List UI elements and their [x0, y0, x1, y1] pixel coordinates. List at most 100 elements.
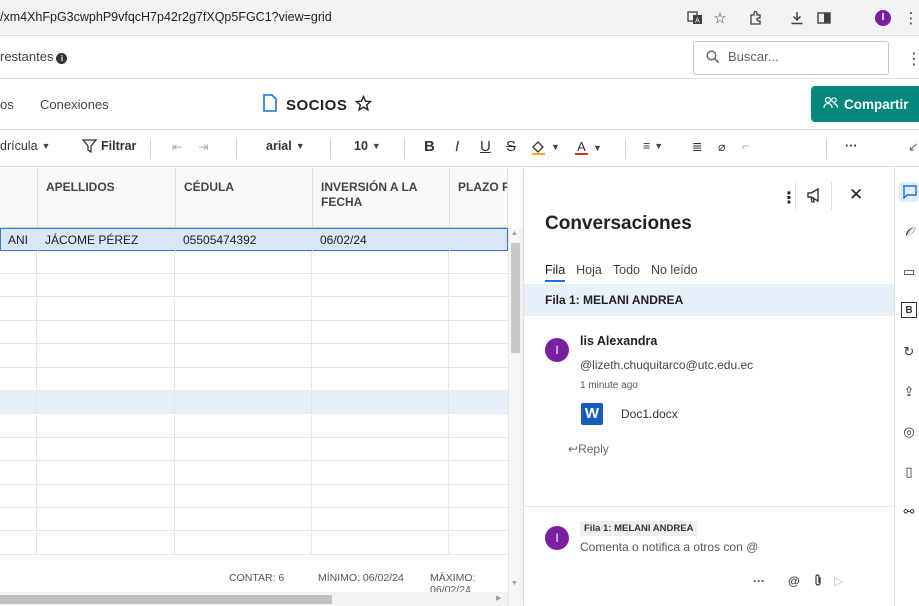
form-icon[interactable]: ▯ — [899, 462, 919, 482]
cell[interactable] — [0, 321, 37, 345]
cell[interactable] — [312, 461, 449, 485]
align-button[interactable]: ≡ ▼ — [643, 139, 663, 153]
cell[interactable] — [312, 321, 449, 345]
column-header-inversion[interactable]: INVERSIÓN A LA FECHA — [313, 168, 450, 228]
cell[interactable] — [37, 414, 175, 438]
comment-input[interactable] — [580, 540, 870, 554]
more-toolbar-button[interactable]: ··· — [845, 139, 858, 153]
table-row[interactable] — [0, 531, 508, 555]
cell[interactable] — [0, 531, 37, 555]
upload-file-icon[interactable]: ⇪ — [899, 382, 919, 402]
table-row[interactable] — [0, 485, 508, 508]
reply-button[interactable]: ↩Reply — [568, 442, 609, 456]
cell[interactable]: 05505474392 — [176, 229, 313, 252]
cell[interactable] — [175, 344, 312, 368]
block-b-icon[interactable]: B — [901, 302, 917, 318]
tab-hoja[interactable]: Hoja — [576, 263, 602, 282]
tab-no-leido[interactable]: No leído — [651, 263, 698, 282]
tab-todo[interactable]: Todo — [613, 263, 640, 282]
close-icon[interactable]: ✕ — [849, 185, 863, 205]
clear-format-icon[interactable]: ⌀ — [718, 139, 726, 154]
table-row[interactable] — [0, 344, 508, 368]
column-header-cedula[interactable]: CÉDULA — [176, 168, 313, 228]
workspace-title[interactable]: restantes i — [0, 49, 68, 64]
format-painter-icon[interactable]: ⌐ — [742, 139, 749, 153]
comment-mention[interactable]: @lizeth.chuquitarco@utc.edu.ec — [580, 358, 753, 372]
row-mention-chip[interactable]: Fila 1: MELANI ANDREA — [580, 521, 698, 536]
collapse-icon[interactable]: ↙ — [908, 139, 918, 154]
cell[interactable] — [312, 391, 449, 415]
cell[interactable] — [449, 462, 506, 485]
cell[interactable] — [0, 368, 37, 391]
table-row[interactable] — [0, 391, 508, 415]
nav-item-conexiones[interactable]: Conexiones — [40, 97, 109, 112]
cell[interactable] — [37, 368, 175, 391]
attach-icon[interactable] — [813, 574, 823, 590]
cell[interactable] — [37, 508, 175, 532]
cell[interactable] — [312, 508, 449, 532]
cell[interactable] — [449, 368, 506, 391]
browser-url-bar[interactable]: /xm4XhFpG3cwphP9vfqcH7p42r2g7fXQp5FGC1?v… — [0, 0, 919, 36]
table-row[interactable] — [0, 438, 508, 462]
translate-icon[interactable]: A — [684, 7, 706, 29]
url-text[interactable]: /xm4XhFpG3cwphP9vfqcH7p42r2g7fXQp5FGC1?v… — [0, 10, 332, 24]
search-box[interactable] — [693, 41, 889, 75]
sheet-grid[interactable]: APELLIDOS CÉDULA INVERSIÓN A LA FECHA PL… — [0, 168, 522, 606]
activity-icon[interactable]: ◎ — [899, 422, 919, 442]
cell[interactable] — [449, 345, 506, 368]
cell[interactable] — [175, 461, 312, 485]
cell[interactable] — [175, 508, 312, 532]
paperclip-icon[interactable]: 𝒪 — [899, 222, 919, 242]
compose-more-button[interactable]: ··· — [753, 574, 765, 588]
cell[interactable] — [449, 251, 506, 274]
cell[interactable] — [450, 229, 507, 252]
side-panel-icon[interactable] — [813, 7, 835, 29]
scroll-right-icon[interactable]: ▶ — [496, 594, 501, 602]
cell[interactable] — [175, 391, 312, 415]
table-row[interactable]: ANI JÁCOME PÉREZ 05505474392 06/02/24 — [0, 228, 508, 252]
cell[interactable] — [37, 531, 175, 555]
cell[interactable] — [312, 438, 449, 462]
integrations-icon[interactable]: ⚯ — [899, 502, 919, 522]
scroll-up-icon[interactable]: ▲ — [511, 230, 518, 237]
font-size-dropdown[interactable]: 10 ▼ — [354, 139, 381, 153]
table-row[interactable] — [0, 414, 508, 438]
bold-button[interactable]: B — [424, 138, 435, 155]
cell[interactable] — [37, 251, 175, 274]
font-dropdown[interactable]: arial ▼ — [266, 139, 305, 153]
table-row[interactable] — [0, 321, 508, 345]
cell[interactable] — [312, 297, 449, 321]
cell[interactable] — [175, 438, 312, 462]
cell[interactable] — [0, 508, 37, 532]
favorite-star-icon[interactable] — [355, 94, 373, 117]
column-header-partial[interactable] — [0, 168, 38, 228]
cell[interactable]: JÁCOME PÉREZ — [38, 229, 176, 252]
cell[interactable] — [37, 321, 175, 345]
announce-icon[interactable] — [806, 186, 824, 209]
cell[interactable] — [312, 344, 449, 368]
comments-icon[interactable] — [899, 182, 919, 202]
cell[interactable] — [449, 391, 506, 414]
wrap-text-icon[interactable]: ≣ — [692, 139, 702, 154]
cell[interactable] — [175, 251, 312, 274]
cell[interactable] — [175, 485, 312, 508]
vertical-scroll-thumb[interactable] — [511, 243, 520, 353]
cell[interactable] — [449, 438, 506, 461]
send-icon[interactable]: ▷ — [834, 574, 843, 588]
bookmark-star-icon[interactable]: ☆ — [709, 7, 731, 29]
table-row[interactable] — [0, 461, 508, 485]
cell[interactable] — [0, 251, 37, 274]
cell[interactable] — [312, 485, 449, 508]
history-icon[interactable]: ↻ — [899, 342, 919, 362]
table-row[interactable] — [0, 368, 508, 391]
cell[interactable] — [449, 321, 506, 344]
italic-button[interactable]: I — [455, 138, 459, 155]
cell[interactable] — [0, 414, 37, 438]
cell[interactable] — [37, 461, 175, 485]
cell[interactable] — [449, 298, 506, 321]
cell[interactable] — [175, 274, 312, 298]
cell[interactable] — [0, 461, 37, 485]
cell[interactable]: 06/02/24 — [313, 229, 450, 252]
row-context-label[interactable]: Fila 1: MELANI ANDREA — [524, 284, 895, 316]
filter-button[interactable]: Filtrar — [82, 139, 136, 153]
